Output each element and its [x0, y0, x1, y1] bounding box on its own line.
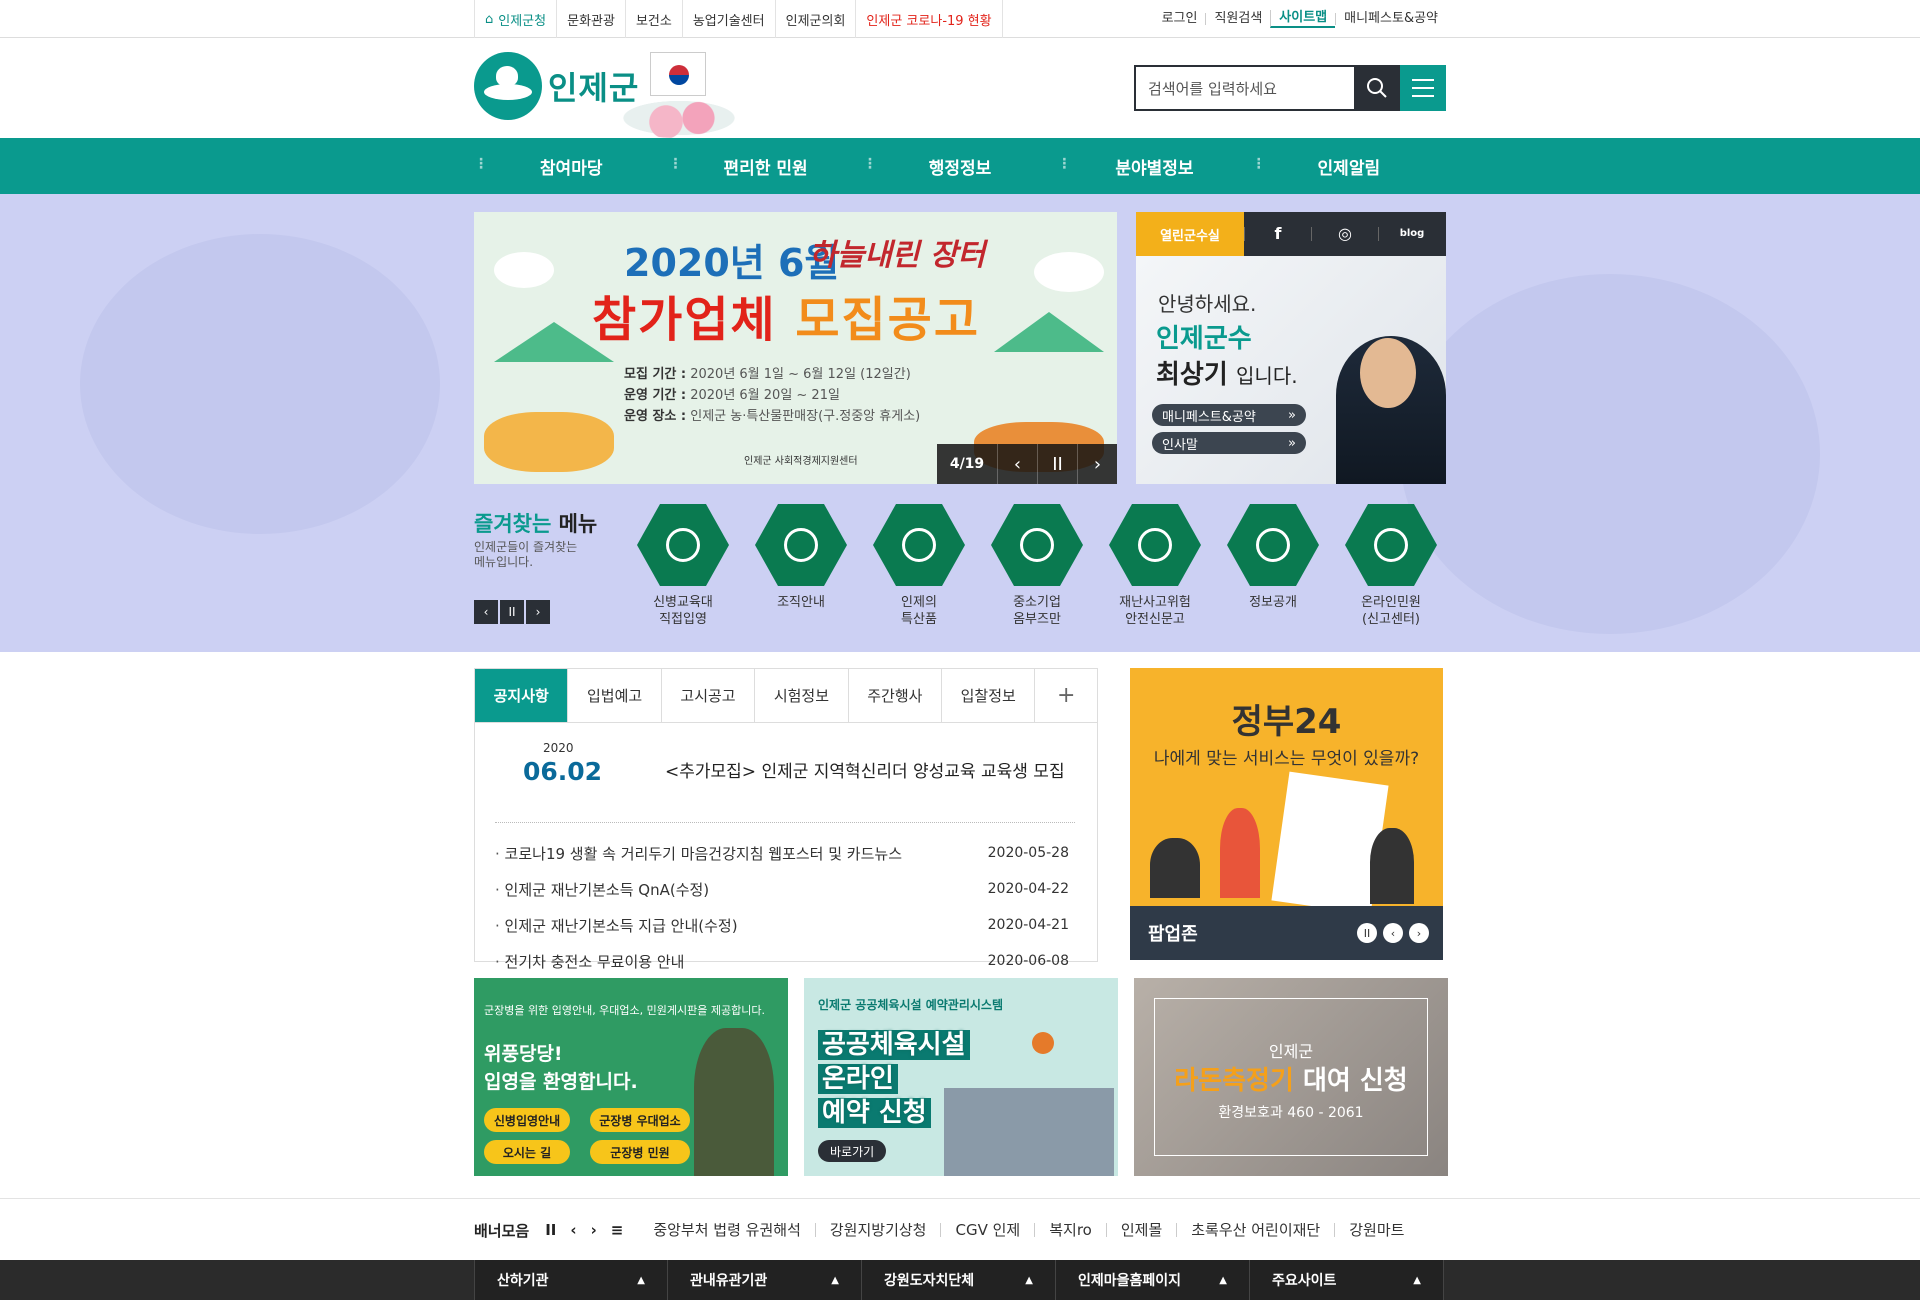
banner-collection: 배너모음 II ‹ › ≡ 중앙부처 법령 유권해석 강원지방기상청 CGV 인… — [0, 1198, 1920, 1260]
banner-collection-title: 배너모음 — [474, 1221, 530, 1240]
affiliated-orgs-select[interactable]: 산하기관 ▲ — [474, 1260, 668, 1300]
village-homepages-select[interactable]: 인제마을홈페이지 ▲ — [1056, 1260, 1250, 1300]
directions-button[interactable]: 오시는 길 — [484, 1140, 570, 1164]
radon-rental-banner[interactable]: 인제군 라돈측정기 대여 신청 환경보호과 460 - 2061 — [1134, 978, 1448, 1176]
featured-notice[interactable]: 2020 06.02 <추가모집> 인제군 지역혁신리더 양성교육 교육생 모집 — [495, 741, 1075, 823]
popup-pause-button[interactable]: II — [1357, 923, 1377, 943]
gangwon-govts-select[interactable]: 강원도자치단체 ▲ — [862, 1260, 1056, 1300]
military-welcome-banner[interactable]: 군장병을 위한 입영안내, 우대업소, 민원게시판을 제공합니다. 위풍당당! 입… — [474, 978, 788, 1176]
popup-prev-button[interactable]: ‹ — [1383, 923, 1403, 943]
list-item[interactable]: 인제군 재난기본소득 QnA(수정)2020-04-22 — [495, 871, 1075, 907]
banner-link[interactable]: 복지ro — [1034, 1223, 1106, 1237]
banner-link[interactable]: CGV 인제 — [940, 1223, 1034, 1237]
banner-pause-button[interactable]: II — [545, 1221, 556, 1239]
list-item[interactable]: 전기차 충전소 무료이용 안내2020-06-08 — [495, 943, 1075, 979]
sports-facility-banner[interactable]: 인제군 공공체육시설 예약관리시스템 공공체육시설 온라인 예약 신청 바로가기 — [804, 978, 1118, 1176]
soldier-image — [694, 1028, 774, 1176]
military-petition-button[interactable]: 군장병 민원 — [590, 1140, 690, 1164]
banner-link[interactable]: 초록우산 어린이재단 — [1176, 1223, 1334, 1237]
tab-weekly-events[interactable]: 주간행사 — [849, 669, 943, 722]
notice-board: 공지사항 입법예고 고시공고 시험정보 주간행사 입찰정보 + 2020 06.… — [474, 668, 1098, 971]
tab-notice[interactable]: 공지사항 — [475, 669, 569, 722]
notice-list: 코로나19 생활 속 거리두기 마음건강지침 웹포스터 및 카드뉴스2020-0… — [495, 835, 1075, 979]
popup-zone[interactable]: 정부24 나에게 맞는 서비스는 무엇이 있을까? 팝업존 II ‹ › — [1130, 668, 1443, 960]
local-orgs-select[interactable]: 관내유관기관 ▲ — [668, 1260, 862, 1300]
caret-up-icon: ▲ — [1413, 1274, 1421, 1286]
shortcut-button[interactable]: 바로가기 — [818, 1140, 887, 1162]
banner-list-button[interactable]: ≡ — [611, 1221, 624, 1239]
related-sites-bar: 산하기관 ▲ 관내유관기관 ▲ 강원도자치단체 ▲ 인제마을홈페이지 ▲ 주요사이트 ▲ — [0, 1260, 1920, 1300]
popup-subtitle: 나에게 맞는 서비스는 무엇이 있을까? — [1153, 749, 1420, 769]
caret-up-icon: ▲ — [831, 1274, 839, 1286]
list-item[interactable]: 코로나19 생활 속 거리두기 마음건강지침 웹포스터 및 카드뉴스2020-0… — [495, 835, 1075, 871]
popup-zone-label: 팝업존 — [1148, 924, 1198, 945]
caret-up-icon: ▲ — [1025, 1274, 1033, 1286]
tab-announcement[interactable]: 고시공고 — [662, 669, 756, 722]
recruit-guide-button[interactable]: 신병입영안내 — [484, 1108, 570, 1132]
banner-link[interactable]: 강원지방기상청 — [814, 1223, 941, 1237]
caret-up-icon: ▲ — [637, 1274, 645, 1286]
popup-next-button[interactable]: › — [1409, 923, 1429, 943]
tab-exam-info[interactable]: 시험정보 — [755, 669, 849, 722]
discount-shops-button[interactable]: 군장병 우대업소 — [590, 1108, 690, 1132]
banner-prev-button[interactable]: ‹ — [570, 1221, 576, 1239]
banner-link[interactable]: 강원마트 — [1334, 1223, 1413, 1237]
caret-up-icon: ▲ — [1219, 1274, 1227, 1286]
banner-link[interactable]: 중앙부처 법령 유권해석 — [653, 1223, 815, 1237]
basketball-icon — [1032, 1032, 1054, 1054]
more-button[interactable]: + — [1035, 669, 1097, 722]
major-sites-select[interactable]: 주요사이트 ▲ — [1250, 1260, 1444, 1300]
banner-next-button[interactable]: › — [591, 1221, 597, 1239]
tab-legislation[interactable]: 입법예고 — [568, 669, 662, 722]
banner-link[interactable]: 인제몰 — [1105, 1223, 1176, 1237]
tab-bid-info[interactable]: 입찰정보 — [942, 669, 1036, 722]
list-item[interactable]: 인제군 재난기본소득 지급 안내(수정)2020-04-21 — [495, 907, 1075, 943]
popup-title: 정부24 — [1231, 702, 1342, 742]
